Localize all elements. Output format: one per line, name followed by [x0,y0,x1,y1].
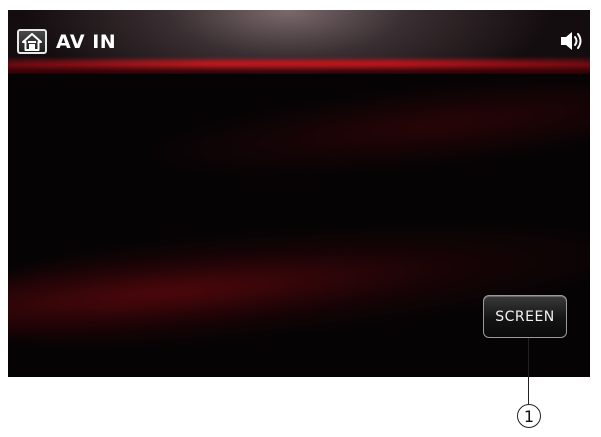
callout-number-badge: 1 [517,404,541,428]
volume-button[interactable] [559,29,585,53]
background-glow [125,63,590,197]
av-in-screen: AV IN SCREEN [8,10,590,377]
screen-button[interactable]: SCREEN [483,295,567,338]
home-icon [22,32,42,51]
callout-leader-line [528,338,529,404]
background-swirl [8,193,590,367]
speaker-volume-icon [561,32,582,50]
home-button[interactable] [17,29,47,54]
page-title: AV IN [56,31,117,53]
